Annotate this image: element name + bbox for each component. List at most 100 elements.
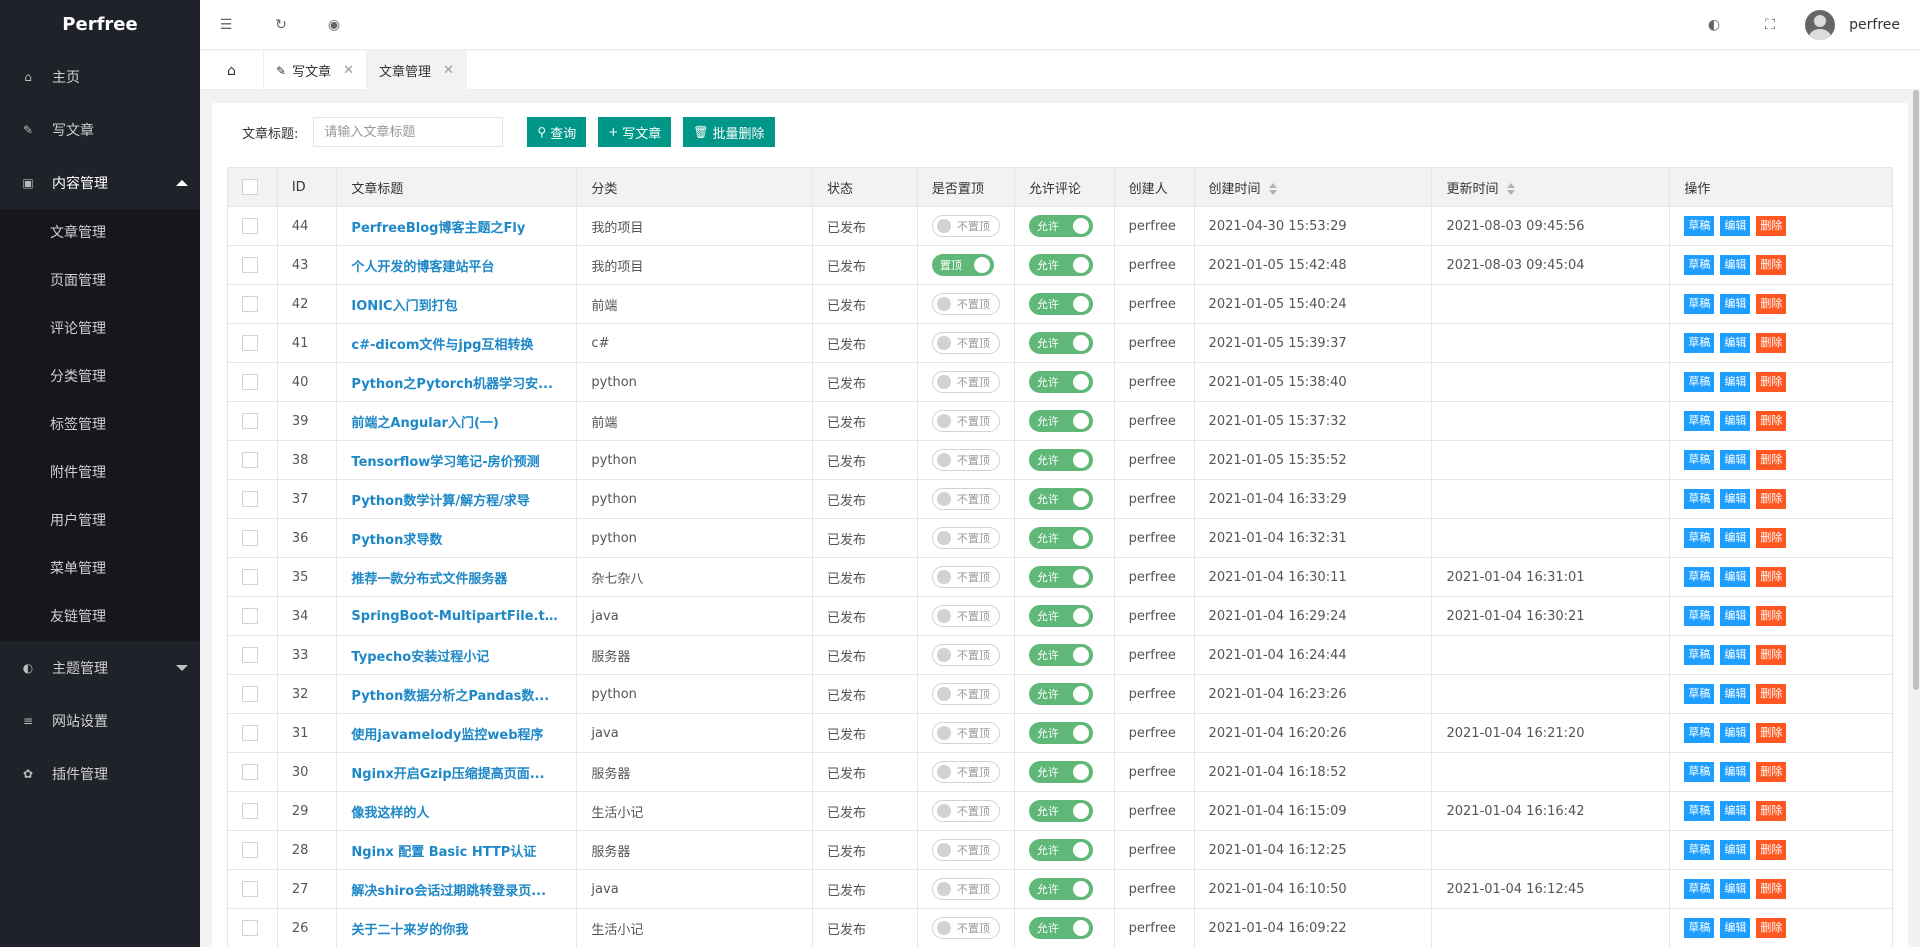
edit-button[interactable]: 编辑 <box>1720 879 1751 899</box>
draft-button[interactable]: 草稿 <box>1684 840 1715 860</box>
title-link[interactable]: 使用javamelody监控web程序 <box>336 713 578 753</box>
top-toggle[interactable]: 不置顶 <box>931 566 1000 588</box>
title-link[interactable]: Nginx 配置 Basic HTTP认证 <box>336 830 578 870</box>
top-toggle[interactable]: 不置顶 <box>931 293 1000 315</box>
comment-toggle[interactable]: 允许 <box>1028 215 1093 237</box>
row-checkbox[interactable] <box>242 686 258 702</box>
draft-button[interactable]: 草稿 <box>1684 567 1715 587</box>
batch-delete-button[interactable]: 🗑︎ 批量删除 <box>683 117 775 147</box>
edit-button[interactable]: 编辑 <box>1720 645 1751 665</box>
tab-articles[interactable]: 文章管理 ✕ <box>366 51 467 90</box>
row-checkbox[interactable] <box>242 374 258 390</box>
delete-button[interactable]: 删除 <box>1756 879 1787 899</box>
edit-button[interactable]: 编辑 <box>1720 606 1751 626</box>
theme-icon[interactable]: ◐ <box>1694 0 1734 50</box>
draft-button[interactable]: 草稿 <box>1684 450 1715 470</box>
edit-button[interactable]: 编辑 <box>1720 450 1751 470</box>
submenu-item-pages[interactable]: 页面管理 <box>0 257 200 305</box>
delete-button[interactable]: 删除 <box>1756 489 1787 509</box>
top-toggle[interactable]: 不置顶 <box>931 605 1000 627</box>
comment-toggle[interactable]: 允许 <box>1028 761 1093 783</box>
top-toggle[interactable]: 置顶 <box>931 254 994 276</box>
draft-button[interactable]: 草稿 <box>1684 294 1715 314</box>
draft-button[interactable]: 草稿 <box>1684 372 1715 392</box>
draft-button[interactable]: 草稿 <box>1684 645 1715 665</box>
top-toggle[interactable]: 不置顶 <box>931 371 1000 393</box>
submenu-item-tags[interactable]: 标签管理 <box>0 401 200 449</box>
delete-button[interactable]: 删除 <box>1756 567 1787 587</box>
row-checkbox[interactable] <box>242 608 258 624</box>
submenu-item-categories[interactable]: 分类管理 <box>0 353 200 401</box>
draft-button[interactable]: 草稿 <box>1684 684 1715 704</box>
title-link[interactable]: 个人开发的博客建站平台 <box>336 245 578 285</box>
delete-button[interactable]: 删除 <box>1756 840 1787 860</box>
tab-write[interactable]: ✎ 写文章 ✕ <box>264 51 367 90</box>
column-header-updated[interactable]: 更新时间 <box>1431 167 1671 207</box>
column-header-created[interactable]: 创建时间 <box>1193 167 1433 207</box>
top-toggle[interactable]: 不置顶 <box>931 683 1000 705</box>
row-checkbox[interactable] <box>242 257 258 273</box>
top-toggle[interactable]: 不置顶 <box>931 215 1000 237</box>
top-toggle[interactable]: 不置顶 <box>931 839 1000 861</box>
submenu-item-attachments[interactable]: 附件管理 <box>0 449 200 497</box>
sidebar-item-settings[interactable]: ≡ 网站设置 <box>0 694 200 747</box>
draft-button[interactable]: 草稿 <box>1684 879 1715 899</box>
sidebar-item-content[interactable]: ▣ 内容管理 <box>0 156 200 209</box>
search-input[interactable] <box>313 117 504 147</box>
draft-button[interactable]: 草稿 <box>1684 333 1715 353</box>
close-icon[interactable]: ✕ <box>343 63 354 78</box>
tab-home[interactable]: ⌂ <box>200 51 264 90</box>
draft-button[interactable]: 草稿 <box>1684 489 1715 509</box>
title-link[interactable]: 关于二十来岁的你我 <box>336 908 578 947</box>
comment-toggle[interactable]: 允许 <box>1028 527 1093 549</box>
comment-toggle[interactable]: 允许 <box>1028 683 1093 705</box>
delete-button[interactable]: 删除 <box>1756 762 1787 782</box>
row-checkbox[interactable] <box>242 647 258 663</box>
comment-toggle[interactable]: 允许 <box>1028 605 1093 627</box>
top-toggle[interactable]: 不置顶 <box>931 878 1000 900</box>
title-link[interactable]: Python求导数 <box>336 518 578 558</box>
row-checkbox[interactable] <box>242 218 258 234</box>
edit-button[interactable]: 编辑 <box>1720 762 1751 782</box>
title-link[interactable]: Nginx开启Gzip压缩提高页面... <box>336 752 578 792</box>
edit-button[interactable]: 编辑 <box>1720 801 1751 821</box>
row-checkbox[interactable] <box>242 803 258 819</box>
delete-button[interactable]: 删除 <box>1756 606 1787 626</box>
delete-button[interactable]: 删除 <box>1756 333 1787 353</box>
title-link[interactable]: Tensorflow学习笔记-房价预测 <box>336 440 578 480</box>
row-checkbox[interactable] <box>242 491 258 507</box>
search-button[interactable]: ⚲ 查询 <box>527 117 587 147</box>
row-checkbox[interactable] <box>242 725 258 741</box>
submenu-item-links[interactable]: 友链管理 <box>0 593 200 641</box>
sidebar-item-plugins[interactable]: ✿ 插件管理 <box>0 747 200 800</box>
comment-toggle[interactable]: 允许 <box>1028 878 1093 900</box>
comment-toggle[interactable]: 允许 <box>1028 371 1093 393</box>
top-toggle[interactable]: 不置顶 <box>931 332 1000 354</box>
sidebar-item-home[interactable]: ⌂ 主页 <box>0 50 200 103</box>
delete-button[interactable]: 删除 <box>1756 723 1787 743</box>
title-link[interactable]: Typecho安装过程小记 <box>336 635 578 675</box>
comment-toggle[interactable]: 允许 <box>1028 566 1093 588</box>
delete-button[interactable]: 删除 <box>1756 372 1787 392</box>
title-link[interactable]: Python之Pytorch机器学习安... <box>336 362 578 402</box>
top-toggle[interactable]: 不置顶 <box>931 800 1000 822</box>
edit-button[interactable]: 编辑 <box>1720 489 1751 509</box>
top-toggle[interactable]: 不置顶 <box>931 917 1000 939</box>
top-toggle[interactable]: 不置顶 <box>931 761 1000 783</box>
submenu-item-comments[interactable]: 评论管理 <box>0 305 200 353</box>
title-link[interactable]: c#-dicom文件与jpg互相转换 <box>336 323 578 363</box>
comment-toggle[interactable]: 允许 <box>1028 839 1093 861</box>
comment-toggle[interactable]: 允许 <box>1028 488 1093 510</box>
edit-button[interactable]: 编辑 <box>1720 684 1751 704</box>
edit-button[interactable]: 编辑 <box>1720 294 1751 314</box>
edit-button[interactable]: 编辑 <box>1720 216 1751 236</box>
draft-button[interactable]: 草稿 <box>1684 723 1715 743</box>
edit-button[interactable]: 编辑 <box>1720 840 1751 860</box>
sidebar-item-write[interactable]: ✎ 写文章 <box>0 103 200 156</box>
edit-button[interactable]: 编辑 <box>1720 255 1751 275</box>
edit-button[interactable]: 编辑 <box>1720 918 1751 938</box>
submenu-item-articles[interactable]: 文章管理 <box>0 209 200 257</box>
top-toggle[interactable]: 不置顶 <box>931 644 1000 666</box>
row-checkbox[interactable] <box>242 569 258 585</box>
title-link[interactable]: 解决shiro会话过期跳转登录页... <box>336 869 578 909</box>
